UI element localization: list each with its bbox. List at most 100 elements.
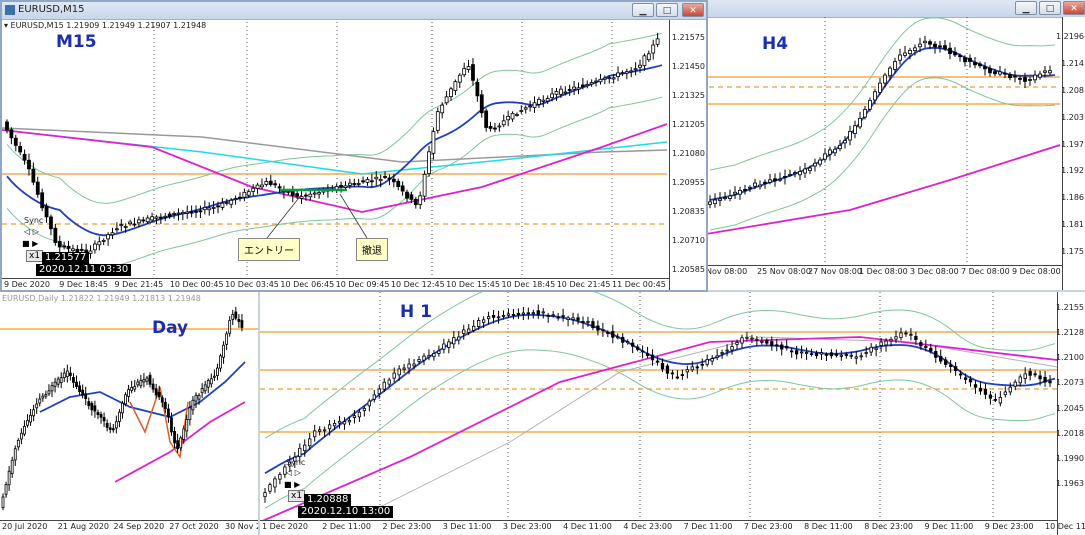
day-candle-body xyxy=(228,320,232,334)
m15-sync-label[interactable]: Sync xyxy=(24,216,43,225)
day-candle-body xyxy=(176,440,180,450)
h4-candle-body xyxy=(1033,74,1037,81)
m15-candle-body xyxy=(506,115,511,121)
m15-candle-body xyxy=(93,243,97,251)
h1-candle-body xyxy=(968,378,973,383)
h1-candle-body xyxy=(785,345,789,349)
h4-candle-body xyxy=(938,45,942,48)
h1-candle-body xyxy=(1023,373,1027,379)
day-candle-body xyxy=(90,403,94,411)
h4-candle-body xyxy=(948,47,952,55)
h4-candle-body xyxy=(978,63,982,67)
h1-candle-body xyxy=(318,429,322,432)
h1-candle-body xyxy=(581,321,585,323)
h4-candle-body xyxy=(928,41,932,45)
h1-play-controls[interactable]: ■ ▶ xyxy=(284,480,300,489)
h1-candle-body xyxy=(447,341,451,348)
h1-candle-body xyxy=(367,400,371,407)
m15-candle-body xyxy=(216,205,220,208)
h4-candle-body xyxy=(768,179,772,183)
h1-speed-button[interactable]: x1 xyxy=(288,490,306,502)
day-candle-body xyxy=(62,372,66,379)
m15-candle-body xyxy=(440,104,445,114)
close-button[interactable]: ✕ xyxy=(1063,1,1085,15)
h1-sync-label[interactable]: Sync xyxy=(286,458,305,467)
h1-candle-body xyxy=(944,359,948,365)
h1-candle-body xyxy=(452,337,456,345)
h4-candle-body xyxy=(898,54,902,61)
h4-chart-plot[interactable] xyxy=(700,0,1060,290)
m15-candle-body xyxy=(18,145,23,153)
day-candle-body xyxy=(114,421,118,429)
day-candle-body xyxy=(78,385,81,392)
h1-candle-body xyxy=(780,344,784,350)
day-time-tick: 30 Nov 20 xyxy=(225,522,258,531)
h1-candle-body xyxy=(730,346,734,351)
exit-callout: 撤退 xyxy=(356,238,388,261)
h4-candle-body xyxy=(793,172,797,175)
h1-candle-body xyxy=(670,372,675,375)
m15-chart-window[interactable]: EURUSD,M15 ▁ □ ✕ ▾ EURUSD,M15 1.21909 1.… xyxy=(0,0,708,292)
h1-candle-body xyxy=(561,315,565,318)
m15-candle-body xyxy=(123,226,128,228)
m15-candle-body xyxy=(71,248,75,252)
close-button[interactable]: ✕ xyxy=(682,3,704,17)
h1-candle-body xyxy=(556,316,560,319)
h4-candle-body xyxy=(713,199,717,205)
h4-candle-body xyxy=(1003,72,1007,75)
m15-time-tick: 9 Dec 21:45 xyxy=(114,280,164,289)
h4-candle-body xyxy=(913,47,917,51)
h4-candle-body xyxy=(808,167,812,171)
m15-candle-body xyxy=(405,191,409,199)
m15-candle-body xyxy=(251,187,256,192)
day-candle-body xyxy=(145,377,149,382)
h4-candle-body xyxy=(953,51,957,56)
h1-price-tick: 1.2073 xyxy=(1056,378,1084,388)
h4-time-tick: 9 Dec 08:00 xyxy=(1012,267,1061,276)
h4-candle-body xyxy=(803,168,807,174)
h1-candle-body xyxy=(755,339,759,341)
h1-candle-body xyxy=(392,372,396,379)
h1-candle-body xyxy=(397,368,401,376)
day-chart-window[interactable]: EURUSD,Daily 1.21822 1.21949 1.21813 1.2… xyxy=(0,292,258,535)
m15-candle-body xyxy=(128,221,132,225)
h1-chart-plot[interactable] xyxy=(260,292,1060,535)
day-candle-body xyxy=(225,333,229,345)
h1-candle-body xyxy=(819,352,824,355)
day-candle-body xyxy=(127,389,130,397)
entry-callout-pointer xyxy=(266,193,303,239)
h4-candle-body xyxy=(968,57,972,62)
h1-candle-body xyxy=(998,397,1002,404)
m15-chart-plot[interactable] xyxy=(2,2,667,292)
m15-candle-body xyxy=(642,55,647,67)
h4-chart-window[interactable]: ▁ □ ✕ H4 1.2196 1.214 1.208 1.203 1.197 1.192… xyxy=(700,0,1085,290)
h1-chart-window[interactable]: H 1 1.2155 1.2128 1.2100 1.2073 1.2045 1.2018… xyxy=(260,292,1085,535)
m15-candle-body xyxy=(317,192,322,195)
h1-candle-body xyxy=(601,329,605,331)
m15-candle-body xyxy=(356,183,361,185)
day-candle-body xyxy=(35,403,39,409)
m15-price-tick: 1.20835 xyxy=(671,207,705,216)
m15-speed-button[interactable]: x1 xyxy=(26,250,44,262)
h1-nav-arrows[interactable]: ◁ ▷ xyxy=(286,468,301,477)
m15-candle-body xyxy=(220,202,225,208)
m15-nav-arrows[interactable]: ◁ ▷ xyxy=(24,227,39,236)
h4-time-tick: 1 Dec 08:00 xyxy=(859,267,908,276)
h4-candle-body xyxy=(798,171,802,176)
day-candle-body xyxy=(93,405,97,412)
h1-candle-body xyxy=(1013,381,1017,387)
h4-price-tick: 1.197 xyxy=(1061,139,1084,149)
h1-time-tick: 3 Dec 23:00 xyxy=(502,522,552,531)
m15-candle-body xyxy=(501,120,506,126)
h1-candle-body xyxy=(953,366,958,372)
m15-candle-body xyxy=(110,232,115,236)
m15-candle-body xyxy=(79,248,84,251)
m15-candle-body xyxy=(453,81,458,91)
m15-play-controls[interactable]: ■ ▶ xyxy=(22,239,38,248)
day-chart-plot[interactable] xyxy=(0,292,258,535)
h1-candle-body xyxy=(809,353,814,356)
h4-ma-magenta xyxy=(700,144,1060,236)
m15-candle-body xyxy=(409,194,414,200)
m15-price-tick: 1.21325 xyxy=(671,91,705,100)
m15-price-tick: 1.20955 xyxy=(671,178,705,187)
